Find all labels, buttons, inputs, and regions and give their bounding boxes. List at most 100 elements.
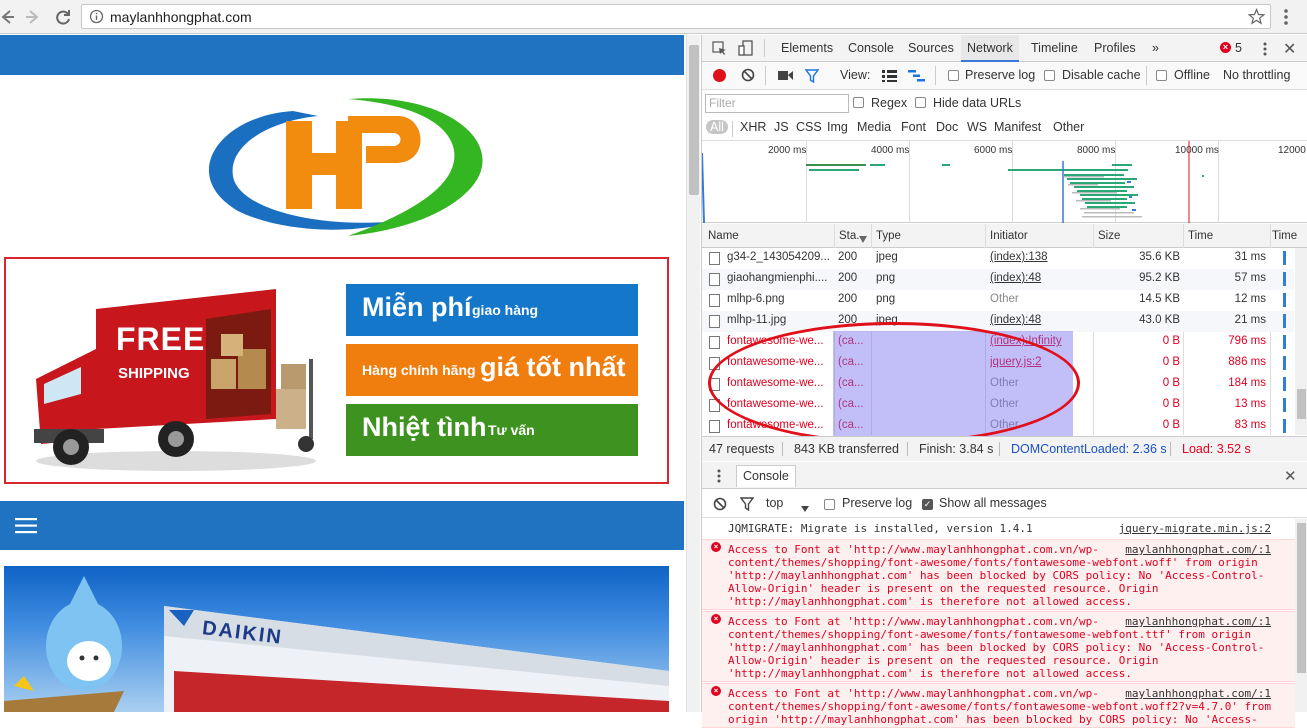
timing-bar (1283, 419, 1286, 433)
error-count-icon[interactable]: × (1220, 42, 1231, 53)
console-scrollbar[interactable] (1295, 519, 1307, 712)
device-mode-icon[interactable] (738, 40, 754, 59)
drawer-menu-icon[interactable] (716, 468, 722, 487)
hide-data-urls-checkbox[interactable] (915, 97, 926, 108)
filter-funnel-icon[interactable] (804, 69, 820, 86)
inspect-element-icon[interactable] (712, 41, 727, 59)
console-filter-icon[interactable] (739, 497, 755, 514)
request-name: giaohangmienphi.... (727, 272, 828, 284)
offline-checkbox[interactable] (1156, 70, 1167, 81)
devtools-menu-icon[interactable] (1262, 41, 1268, 60)
tab-timeline[interactable]: Timeline (1031, 41, 1078, 55)
browser-menu-icon[interactable] (1283, 8, 1289, 29)
devtools-divider (764, 39, 765, 57)
message-source-link[interactable]: maylanhhongphat.com/:1 (1125, 687, 1271, 700)
tab-console[interactable]: Console (848, 41, 894, 55)
type-filter-bar: All XHR JS CSS Img Media Font Doc WS Man… (702, 117, 1307, 141)
video-camera-icon[interactable] (778, 70, 793, 84)
preserve-log-checkbox[interactable] (948, 70, 959, 81)
console-context-select[interactable]: top (766, 496, 783, 510)
type-filter-all[interactable]: All (706, 120, 728, 134)
col-timeline[interactable]: Time (1272, 230, 1297, 242)
clear-icon[interactable] (741, 68, 755, 85)
banner-consult-big: Nhiệt tình (362, 412, 487, 442)
devtools-close-icon[interactable]: ✕ (1283, 39, 1296, 59)
show-all-messages-checkbox[interactable]: ✓ (922, 499, 933, 510)
message-text: Access to Font at 'http://www.maylanhhon… (728, 543, 1265, 608)
table-scrollbar[interactable] (1295, 248, 1307, 435)
site-scrollbar-thumb[interactable] (689, 45, 699, 195)
table-row[interactable]: g34-2_143054209... 200 jpeg (index):138 35.6… (702, 248, 1294, 269)
col-initiator[interactable]: Initiator (990, 230, 1028, 242)
console-drawer-tab[interactable]: Console (736, 465, 796, 487)
tab-profiles[interactable]: Profiles (1094, 41, 1136, 55)
file-icon (709, 315, 720, 328)
col-size[interactable]: Size (1098, 230, 1120, 242)
sort-desc-icon[interactable] (859, 232, 867, 246)
type-filter-css[interactable]: CSS (796, 120, 822, 134)
message-source-link[interactable]: maylanhhongphat.com/:1 (1125, 543, 1271, 556)
type-filter-doc[interactable]: Doc (936, 120, 958, 134)
request-time: 57 ms (1234, 272, 1266, 284)
message-source-link[interactable]: jquery-migrate.min.js:2 (1119, 522, 1271, 535)
file-icon (709, 273, 720, 286)
col-type[interactable]: Type (876, 230, 901, 242)
reload-icon[interactable] (52, 6, 74, 28)
type-filter-other[interactable]: Other (1053, 120, 1084, 134)
type-filter-xhr[interactable]: XHR (740, 120, 766, 134)
request-status: 200 (838, 293, 858, 305)
more-tabs-chevron[interactable]: » (1152, 41, 1159, 55)
banner-genuine-small: Hàng chính hãng (362, 362, 476, 378)
request-size: 0 B (1162, 419, 1180, 431)
message-source-link[interactable]: maylanhhongphat.com/:1 (1125, 615, 1271, 628)
hide-data-urls-label: Hide data URLs (933, 96, 1022, 110)
type-filter-ws[interactable]: WS (967, 120, 987, 134)
request-initiator: (index):138 (990, 251, 1048, 263)
drawer-close-icon[interactable]: ✕ (1284, 467, 1297, 485)
truck-shipping-text: SHIPPING (118, 365, 190, 382)
col-time[interactable]: Time (1188, 230, 1213, 242)
back-arrow-icon[interactable] (0, 6, 18, 28)
request-initiator: Other (990, 293, 1019, 305)
col-name[interactable]: Name (708, 230, 739, 242)
type-filter-manifest[interactable]: Manifest (994, 120, 1041, 134)
error-count[interactable]: 5 (1235, 41, 1242, 55)
star-icon[interactable] (1247, 7, 1266, 28)
list-view-icon[interactable] (882, 70, 897, 85)
info-icon[interactable] (89, 9, 104, 27)
site-top-bar (0, 35, 684, 75)
network-overview[interactable]: 2000 ms 4000 ms 6000 ms 8000 ms 10000 ms… (702, 141, 1307, 223)
forward-arrow-icon[interactable] (22, 6, 44, 28)
console-scrollbar-thumb[interactable] (1297, 523, 1306, 673)
tab-sources[interactable]: Sources (908, 41, 954, 55)
table-row[interactable]: mlhp-11.jpg 200 jpeg (index):48 43.0 KB 21 ms (702, 311, 1294, 332)
promo-banner[interactable]: FREE SHIPPING Miễn phí giao hàng Hàng ch… (4, 257, 669, 484)
type-filter-img[interactable]: Img (827, 120, 848, 134)
filter-input[interactable]: Filter (705, 94, 849, 113)
type-filter-media[interactable]: Media (857, 120, 891, 134)
regex-checkbox[interactable] (853, 97, 864, 108)
throttling-select[interactable]: No throttling (1223, 68, 1290, 82)
file-icon (709, 420, 720, 433)
hamburger-menu-icon[interactable] (15, 518, 37, 537)
type-filter-font[interactable]: Font (901, 120, 926, 134)
tab-network[interactable]: Network (961, 35, 1019, 62)
daikin-building-image[interactable]: DAIKIN (4, 566, 669, 712)
record-icon[interactable] (713, 69, 726, 82)
table-scrollbar-thumb[interactable] (1297, 389, 1306, 419)
table-row[interactable]: mlhp-6.png 200 png Other 14.5 KB 12 ms (702, 290, 1294, 311)
site-scrollbar[interactable] (686, 35, 700, 712)
table-row[interactable]: giaohangmienphi.... 200 png (index):48 95.2 … (702, 269, 1294, 290)
devtools-panel: Elements Console Sources Network Timelin… (701, 35, 1307, 728)
disable-cache-checkbox[interactable] (1044, 70, 1055, 81)
timing-bar (1283, 251, 1286, 265)
context-dropdown-icon[interactable] (801, 501, 809, 515)
address-bar[interactable]: maylanhhongphat.com (81, 4, 1271, 29)
waterfall-view-icon[interactable] (908, 70, 925, 85)
console-preserve-log-checkbox[interactable] (824, 499, 835, 510)
type-filter-js[interactable]: JS (774, 120, 789, 134)
tab-elements[interactable]: Elements (781, 41, 833, 55)
site-logo[interactable] (198, 91, 493, 241)
request-size: 0 B (1162, 398, 1180, 410)
console-clear-icon[interactable] (713, 497, 727, 514)
